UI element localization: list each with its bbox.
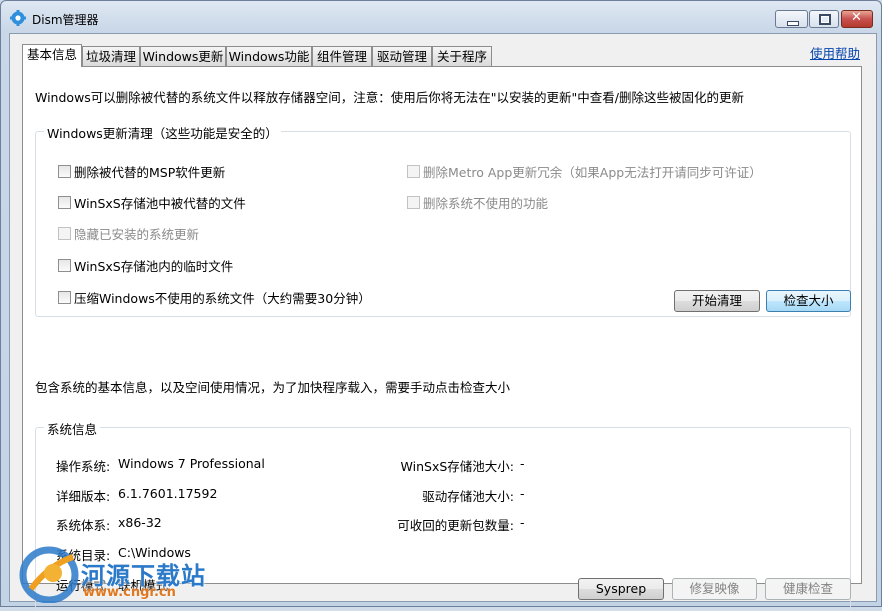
minimize-button[interactable] — [775, 10, 808, 28]
winsxs-size-label: WinSxS存储池大小: — [400, 459, 514, 474]
version-label: 详细版本: — [56, 489, 111, 504]
update-cleanup-title: Windows更新清理（这些功能是安全的） — [44, 123, 281, 142]
metro-cleanup-label: 删除Metro App更新冗余（如果App无法打开请同步可许证） — [423, 165, 762, 180]
check-size-button[interactable]: 检查大小 — [766, 290, 851, 312]
app-window: Dism管理器 基本信息 垃圾清理 Windows更新 Windows功能 组件… — [0, 0, 882, 611]
compress-checkbox[interactable]: 压缩Windows不使用的系统文件（大约需要30分钟） — [58, 288, 371, 307]
tab-basic-info[interactable]: 基本信息 — [22, 44, 82, 67]
compress-label: 压缩Windows不使用的系统文件（大约需要30分钟） — [74, 291, 371, 306]
tab-windows-update[interactable]: Windows更新 — [140, 46, 226, 66]
close-button[interactable] — [841, 10, 873, 28]
version-value: 6.1.7601.17592 — [118, 486, 218, 501]
checkbox-box — [58, 259, 71, 272]
winsxs-temp-checkbox[interactable]: WinSxS存储池内的临时文件 — [58, 256, 233, 275]
checkbox-box — [407, 165, 420, 178]
help-link[interactable]: 使用帮助 — [810, 43, 860, 62]
hide-installed-checkbox[interactable]: 隐藏已安装的系统更新 — [58, 224, 199, 243]
driver-store-size-value: - — [520, 486, 525, 501]
tab-driver-management[interactable]: 驱动管理 — [372, 46, 432, 66]
unused-features-label: 删除系统不使用的功能 — [423, 196, 549, 211]
update-cleanup-group: Windows更新清理（这些功能是安全的） 删除被代替的MSP软件更新 WinS… — [35, 123, 851, 317]
tab-component-management[interactable]: 组件管理 — [312, 46, 372, 66]
os-value: Windows 7 Professional — [118, 456, 265, 471]
start-cleanup-button[interactable]: 开始清理 — [674, 290, 760, 312]
checkbox-box — [58, 196, 71, 209]
recoverable-updates-label: 可收回的更新包数量: — [397, 518, 514, 533]
os-label: 操作系统: — [56, 459, 111, 474]
hide-installed-label: 隐藏已安装的系统更新 — [74, 227, 200, 242]
arch-label: 系统体系: — [56, 518, 111, 533]
tab-windows-features[interactable]: Windows功能 — [226, 46, 312, 66]
winsxs-temp-label: WinSxS存储池内的临时文件 — [74, 259, 234, 274]
intro-text: Windows可以删除被代替的系统文件以释放存储器空间，注意：使用后你将无法在"… — [35, 90, 745, 105]
metro-cleanup-checkbox[interactable]: 删除Metro App更新冗余（如果App无法打开请同步可许证） — [407, 162, 762, 181]
title-bar[interactable]: Dism管理器 — [1, 1, 881, 33]
tab-junk-cleanup[interactable]: 垃圾清理 — [82, 46, 140, 66]
checkbox-box — [58, 227, 71, 240]
checkbox-box — [58, 291, 71, 304]
window-title: Dism管理器 — [32, 13, 99, 27]
sysprep-button[interactable]: Sysprep — [578, 578, 664, 600]
tab-about[interactable]: 关于程序 — [432, 46, 492, 66]
winsxs-size-value: - — [520, 456, 525, 471]
winsxs-replaced-label: WinSxS存储池中被代替的文件 — [74, 196, 246, 211]
info-hint-text: 包含系统的基本信息，以及空间使用情况，为了加快程序载入，需要手动点击检查大小 — [35, 380, 511, 395]
watermark-logo-icon — [19, 546, 79, 603]
gear-icon — [10, 10, 26, 26]
maximize-button[interactable] — [809, 10, 839, 28]
health-check-button[interactable]: 健康检查 — [765, 578, 851, 600]
client-area: 基本信息 垃圾清理 Windows更新 Windows功能 组件管理 驱动管理 … — [9, 33, 877, 611]
repair-image-button[interactable]: 修复映像 — [672, 578, 757, 600]
msp-cleanup-checkbox[interactable]: 删除被代替的MSP软件更新 — [58, 162, 225, 181]
unused-features-checkbox[interactable]: 删除系统不使用的功能 — [407, 193, 548, 212]
recoverable-updates-value: - — [520, 515, 525, 530]
driver-store-size-label: 驱动存储池大小: — [422, 489, 514, 504]
system-info-title: 系统信息 — [44, 419, 101, 438]
arch-value: x86-32 — [118, 515, 162, 530]
watermark: 河源下载站 www.cngr.cn — [19, 541, 249, 605]
basic-info-page: Windows可以删除被代替的系统文件以释放存储器空间，注意：使用后你将无法在"… — [22, 66, 862, 611]
watermark-url: www.cngr.cn — [83, 585, 176, 600]
checkbox-box — [407, 196, 420, 209]
msp-cleanup-label: 删除被代替的MSP软件更新 — [74, 165, 226, 180]
checkbox-box — [58, 165, 71, 178]
winsxs-replaced-checkbox[interactable]: WinSxS存储池中被代替的文件 — [58, 193, 246, 212]
